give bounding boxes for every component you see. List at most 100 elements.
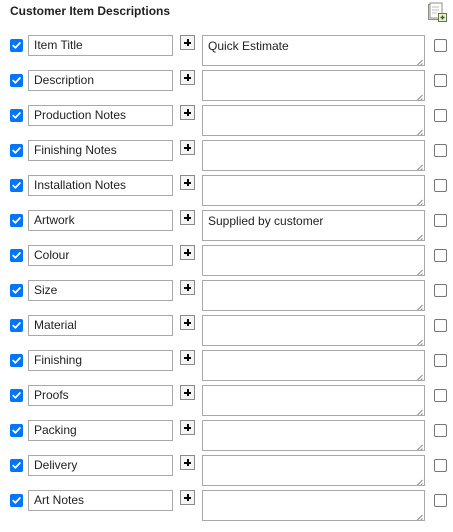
- field-label-input[interactable]: Art Notes: [28, 490, 173, 511]
- field-value-textarea[interactable]: Supplied by customer: [202, 210, 425, 241]
- field-label-input[interactable]: Production Notes: [28, 105, 173, 126]
- include-checkbox[interactable]: [10, 179, 23, 192]
- include-checkbox[interactable]: [10, 214, 23, 227]
- row-select-checkbox[interactable]: [434, 249, 447, 262]
- add-panel-icon[interactable]: [426, 1, 448, 23]
- description-row: Description: [0, 70, 453, 103]
- row-select-checkbox[interactable]: [434, 389, 447, 402]
- field-value-textarea[interactable]: Quick Estimate: [202, 35, 425, 66]
- insert-plus-button[interactable]: [180, 140, 195, 155]
- field-label-input[interactable]: Item Title: [28, 35, 173, 56]
- field-label-input[interactable]: Finishing Notes: [28, 140, 173, 161]
- resize-grip-icon[interactable]: [415, 441, 423, 450]
- description-row: Colour: [0, 245, 453, 278]
- row-select-checkbox[interactable]: [434, 39, 447, 52]
- include-checkbox[interactable]: [10, 144, 23, 157]
- include-checkbox[interactable]: [10, 354, 23, 367]
- field-value-textarea[interactable]: [202, 490, 425, 521]
- row-select-checkbox[interactable]: [434, 74, 447, 87]
- include-checkbox[interactable]: [10, 424, 23, 437]
- row-select-checkbox[interactable]: [434, 494, 447, 507]
- row-select-checkbox[interactable]: [434, 179, 447, 192]
- resize-grip-icon[interactable]: [415, 301, 423, 310]
- insert-plus-button[interactable]: [180, 105, 195, 120]
- include-checkbox[interactable]: [10, 74, 23, 87]
- field-label-input[interactable]: Material: [28, 315, 173, 336]
- resize-grip-icon[interactable]: [415, 266, 423, 275]
- field-value-text: Supplied by customer: [208, 214, 324, 228]
- include-checkbox[interactable]: [10, 389, 23, 402]
- description-row: Finishing: [0, 350, 453, 383]
- resize-grip-icon[interactable]: [415, 56, 423, 65]
- insert-plus-button[interactable]: [180, 70, 195, 85]
- insert-plus-button[interactable]: [180, 245, 195, 260]
- field-value-textarea[interactable]: [202, 105, 425, 136]
- description-row: Production Notes: [0, 105, 453, 138]
- insert-plus-button[interactable]: [180, 175, 195, 190]
- row-select-checkbox[interactable]: [434, 214, 447, 227]
- description-row: Artwork Supplied by customer: [0, 210, 453, 243]
- include-checkbox[interactable]: [10, 319, 23, 332]
- description-row: Size: [0, 280, 453, 313]
- row-select-checkbox[interactable]: [434, 109, 447, 122]
- customer-item-descriptions-panel: Customer Item Descriptions Item Title Qui…: [0, 0, 453, 532]
- field-value-textarea[interactable]: [202, 280, 425, 311]
- field-value-textarea[interactable]: [202, 140, 425, 171]
- field-label-input[interactable]: Packing: [28, 420, 173, 441]
- description-row: Art Notes: [0, 490, 453, 523]
- insert-plus-button[interactable]: [180, 210, 195, 225]
- resize-grip-icon[interactable]: [415, 336, 423, 345]
- field-value-textarea[interactable]: [202, 315, 425, 346]
- resize-grip-icon[interactable]: [415, 476, 423, 485]
- insert-plus-button[interactable]: [180, 350, 195, 365]
- insert-plus-button[interactable]: [180, 420, 195, 435]
- field-label-input[interactable]: Artwork: [28, 210, 173, 231]
- description-row: Material: [0, 315, 453, 348]
- field-value-textarea[interactable]: [202, 175, 425, 206]
- field-label-input[interactable]: Size: [28, 280, 173, 301]
- field-value-textarea[interactable]: [202, 420, 425, 451]
- resize-grip-icon[interactable]: [415, 161, 423, 170]
- field-label-input[interactable]: Installation Notes: [28, 175, 173, 196]
- description-row: Delivery: [0, 455, 453, 488]
- include-checkbox[interactable]: [10, 459, 23, 472]
- resize-grip-icon[interactable]: [415, 196, 423, 205]
- resize-grip-icon[interactable]: [415, 126, 423, 135]
- row-select-checkbox[interactable]: [434, 459, 447, 472]
- include-checkbox[interactable]: [10, 284, 23, 297]
- field-value-textarea[interactable]: [202, 385, 425, 416]
- include-checkbox[interactable]: [10, 249, 23, 262]
- insert-plus-button[interactable]: [180, 385, 195, 400]
- row-select-checkbox[interactable]: [434, 144, 447, 157]
- resize-grip-icon[interactable]: [415, 371, 423, 380]
- resize-grip-icon[interactable]: [415, 406, 423, 415]
- field-label-input[interactable]: Finishing: [28, 350, 173, 371]
- include-checkbox[interactable]: [10, 494, 23, 507]
- insert-plus-button[interactable]: [180, 490, 195, 505]
- field-label-input[interactable]: Delivery: [28, 455, 173, 476]
- field-value-textarea[interactable]: [202, 350, 425, 381]
- description-row: Packing: [0, 420, 453, 453]
- row-select-checkbox[interactable]: [434, 284, 447, 297]
- field-value-textarea[interactable]: [202, 455, 425, 486]
- description-row: Proofs: [0, 385, 453, 418]
- description-row: Item Title Quick Estimate: [0, 35, 453, 68]
- include-checkbox[interactable]: [10, 109, 23, 122]
- field-label-input[interactable]: Colour: [28, 245, 173, 266]
- field-label-input[interactable]: Description: [28, 70, 173, 91]
- insert-plus-button[interactable]: [180, 315, 195, 330]
- include-checkbox[interactable]: [10, 39, 23, 52]
- resize-grip-icon[interactable]: [415, 231, 423, 240]
- field-value-textarea[interactable]: [202, 70, 425, 101]
- insert-plus-button[interactable]: [180, 280, 195, 295]
- resize-grip-icon[interactable]: [415, 511, 423, 520]
- insert-plus-button[interactable]: [180, 455, 195, 470]
- field-value-text: Quick Estimate: [208, 39, 289, 53]
- row-select-checkbox[interactable]: [434, 354, 447, 367]
- insert-plus-button[interactable]: [180, 35, 195, 50]
- resize-grip-icon[interactable]: [415, 91, 423, 100]
- row-select-checkbox[interactable]: [434, 424, 447, 437]
- field-value-textarea[interactable]: [202, 245, 425, 276]
- field-label-input[interactable]: Proofs: [28, 385, 173, 406]
- row-select-checkbox[interactable]: [434, 319, 447, 332]
